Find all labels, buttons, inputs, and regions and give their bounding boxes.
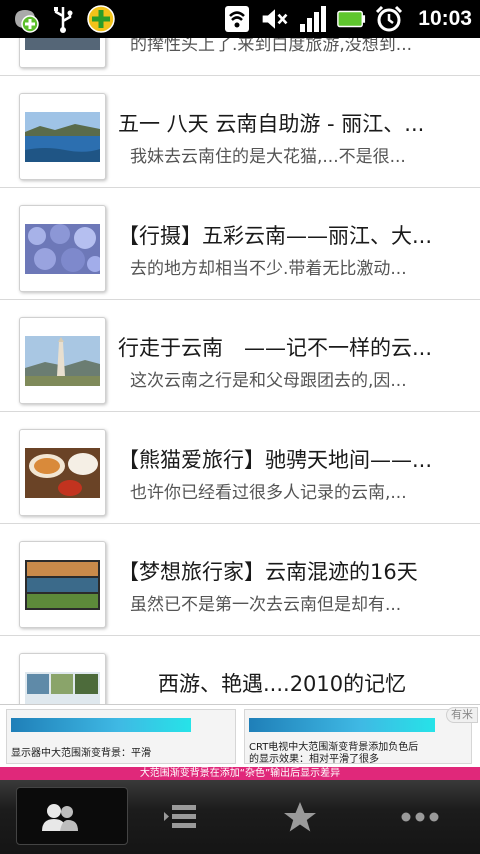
item-subtitle: 也许你已经看过很多人记录的云南,... [130,483,407,503]
thumbnail [19,317,106,404]
tab-more[interactable] [360,780,480,854]
item-title: 五一 八天 云南自助游 - 丽江、... [118,112,425,136]
list-item[interactable]: 【梦想旅行家】云南混迹的16天 虽然已不是第一次去云南但是却有... [0,524,480,636]
list-item[interactable]: 五一 八天 云南自助游 - 丽江、... 我妹去云南住的是大花猫,...不是很.… [0,76,480,188]
star-icon [284,802,316,832]
ad-left-text: 显示器中大范围渐变背景：平滑 [11,748,151,759]
list-item[interactable]: 【行摄】五彩云南——丽江、大... 去的地方却相当不少.带着无比激动... [0,188,480,300]
usb-icon [48,4,78,34]
list-icon [164,805,196,828]
item-title: 【熊猫爱旅行】驰骋天地间——... [118,448,433,472]
item-subtitle: 我妹去云南住的是大花猫,...不是很... [130,147,406,167]
ad-gradient-bar [249,718,435,732]
tab-favorites[interactable] [240,780,360,854]
list-item[interactable]: 的撵性头上了.来到白度旅游,没想到... [0,38,480,76]
item-title: 行走于云南 ——记不一样的云... [118,336,433,360]
battery-icon [336,4,366,34]
article-list[interactable]: 的撵性头上了.来到白度旅游,没想到... 五一 八天 云南自助游 - 丽江、..… [0,38,480,704]
ad-provider-label: 有米 [446,707,478,723]
item-subtitle: 这次云南之行是和父母跟团去的,因... [130,371,407,391]
thumbnail [19,541,106,628]
alarm-icon [374,4,404,34]
tab-friends[interactable] [0,780,128,854]
item-title: 西游、艳遇....2010的记忆 [158,672,407,696]
thumbnail [19,205,106,292]
item-subtitle: 的撵性头上了.来到白度旅游,没想到... [130,38,413,55]
status-bar-left [0,4,116,34]
ad-card-right[interactable]: CRT电视中大范围渐变背景添加负色后 的显示效果：相对平滑了很多 [244,709,472,765]
thumbnail [19,93,106,180]
item-subtitle: 去的地方却相当不少.带着无比激动... [130,259,407,279]
ad-card-left[interactable]: 显示器中大范围渐变背景：平滑 [6,709,236,764]
ad-right-text-2: 的显示效果：相对平滑了很多 [249,754,379,765]
status-bar: 10:03 [0,0,480,38]
muted-icon [260,4,290,34]
add-app-icon [10,4,40,34]
thumbnail [19,653,106,704]
plus-icon [86,4,116,34]
more-icon [401,812,439,822]
ad-gradient-bar [11,718,191,732]
ad-banner[interactable]: 显示器中大范围渐变背景：平滑 CRT电视中大范围渐变背景添加负色后 的显示效果：… [0,704,480,780]
friends-icon [42,804,78,831]
thumbnail [19,38,106,68]
status-time: 10:03 [418,7,472,30]
list-item[interactable]: 西游、艳遇....2010的记忆 [0,636,480,704]
wifi-icon [222,4,252,34]
item-title: 【梦想旅行家】云南混迹的16天 [118,560,418,584]
signal-icon [298,4,328,34]
item-subtitle: 虽然已不是第一次去云南但是却有... [130,595,402,615]
status-bar-right: 10:03 [222,4,480,34]
bottom-tab-bar [0,780,480,854]
tab-list[interactable] [120,780,240,854]
list-item[interactable]: 行走于云南 ——记不一样的云... 这次云南之行是和父母跟团去的,因... [0,300,480,412]
thumbnail [19,429,106,516]
item-title: 【行摄】五彩云南——丽江、大... [118,224,433,248]
ad-strip: 大范围渐变背景在添加“杂色”输出后显示差异 [0,767,480,780]
list-item[interactable]: 【熊猫爱旅行】驰骋天地间——... 也许你已经看过很多人记录的云南,... [0,412,480,524]
